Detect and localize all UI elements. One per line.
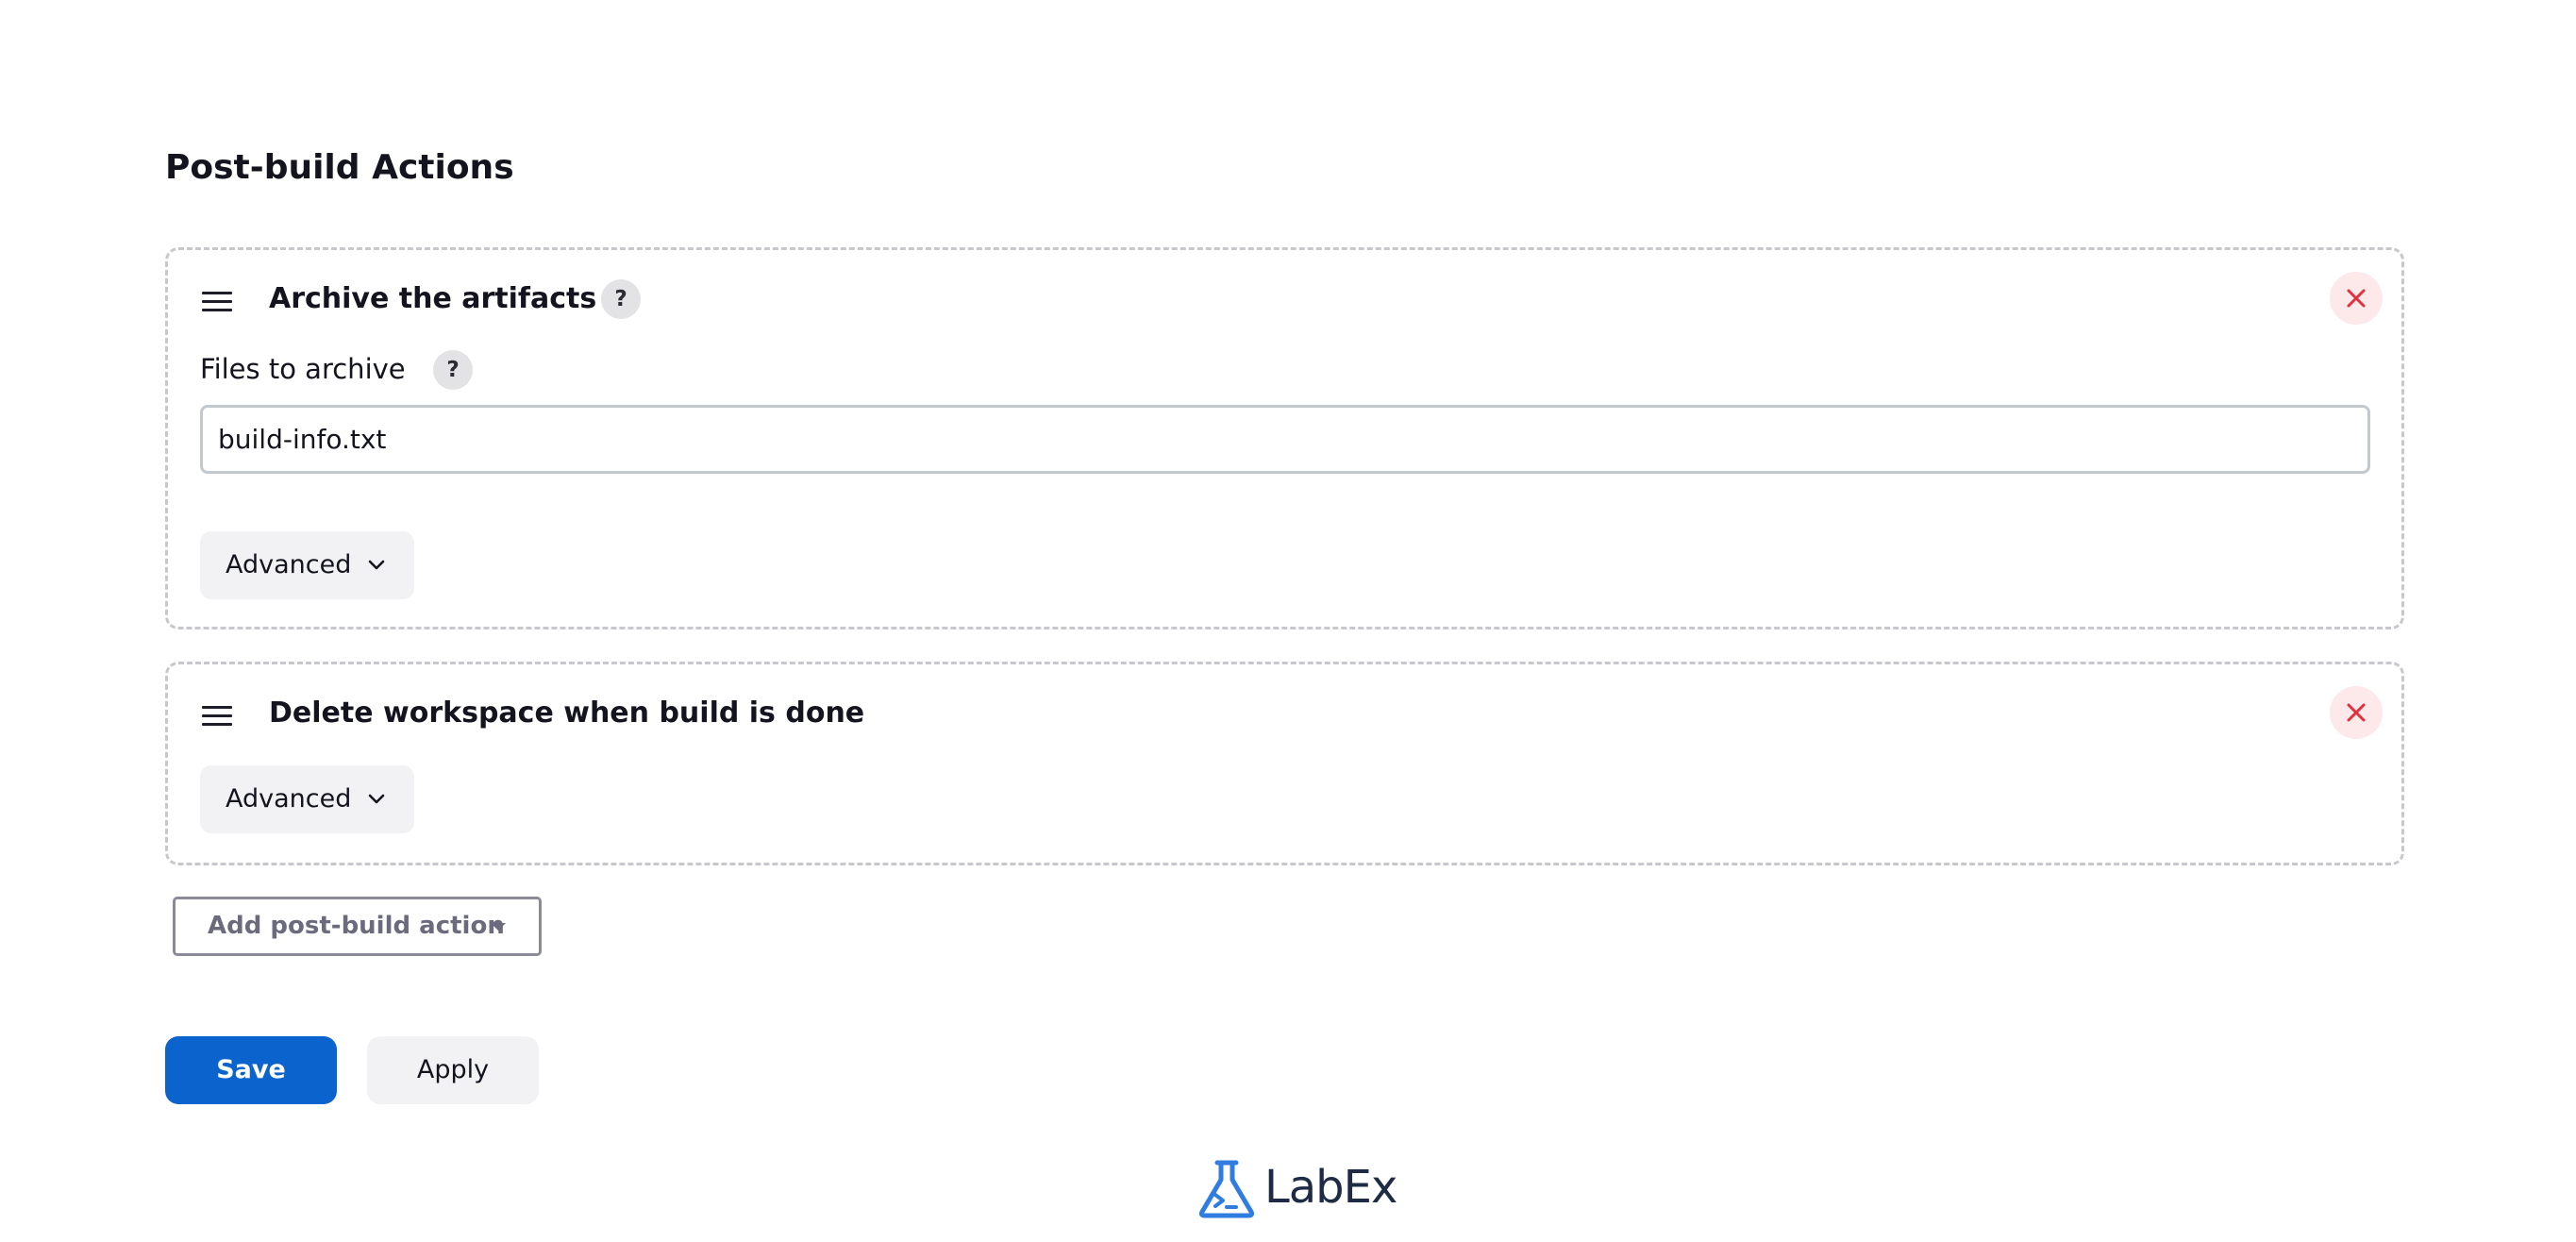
remove-action-button[interactable]: [2330, 272, 2383, 325]
post-build-page: Post-build Actions Archive the artifacts…: [0, 0, 2576, 1242]
chevron-down-icon: [368, 794, 385, 804]
advanced-label: Advanced: [226, 784, 352, 814]
add-post-build-action-label: Add post-build action: [208, 912, 505, 940]
drag-handle-icon[interactable]: [202, 706, 232, 727]
advanced-button[interactable]: Advanced: [200, 765, 414, 833]
advanced-label: Advanced: [226, 550, 352, 579]
files-to-archive-label: Files to archive: [200, 353, 406, 385]
drag-handle-icon[interactable]: [202, 292, 232, 312]
advanced-button[interactable]: Advanced: [200, 531, 414, 599]
card-title: Archive the artifacts: [269, 282, 597, 315]
close-icon: [2347, 703, 2366, 722]
remove-action-button[interactable]: [2330, 686, 2383, 739]
chevron-down-icon: [368, 560, 385, 570]
delete-workspace-card: Delete workspace when build is done Adva…: [165, 662, 2404, 865]
logo-text: LabEx: [1264, 1161, 1397, 1214]
card-title: Delete workspace when build is done: [269, 697, 865, 730]
flask-icon: [1198, 1160, 1255, 1218]
files-to-archive-input[interactable]: [200, 405, 2370, 474]
save-button[interactable]: Save: [165, 1036, 337, 1104]
apply-button[interactable]: Apply: [367, 1036, 539, 1104]
help-icon[interactable]: ?: [433, 350, 473, 390]
help-icon[interactable]: ?: [601, 279, 641, 319]
add-post-build-action-button[interactable]: Add post-build action: [173, 897, 542, 956]
archive-artifacts-card: Archive the artifacts ? Files to archive…: [165, 247, 2404, 629]
section-title: Post-build Actions: [165, 148, 514, 187]
close-icon: [2347, 289, 2366, 308]
caret-down-icon: [491, 923, 506, 931]
